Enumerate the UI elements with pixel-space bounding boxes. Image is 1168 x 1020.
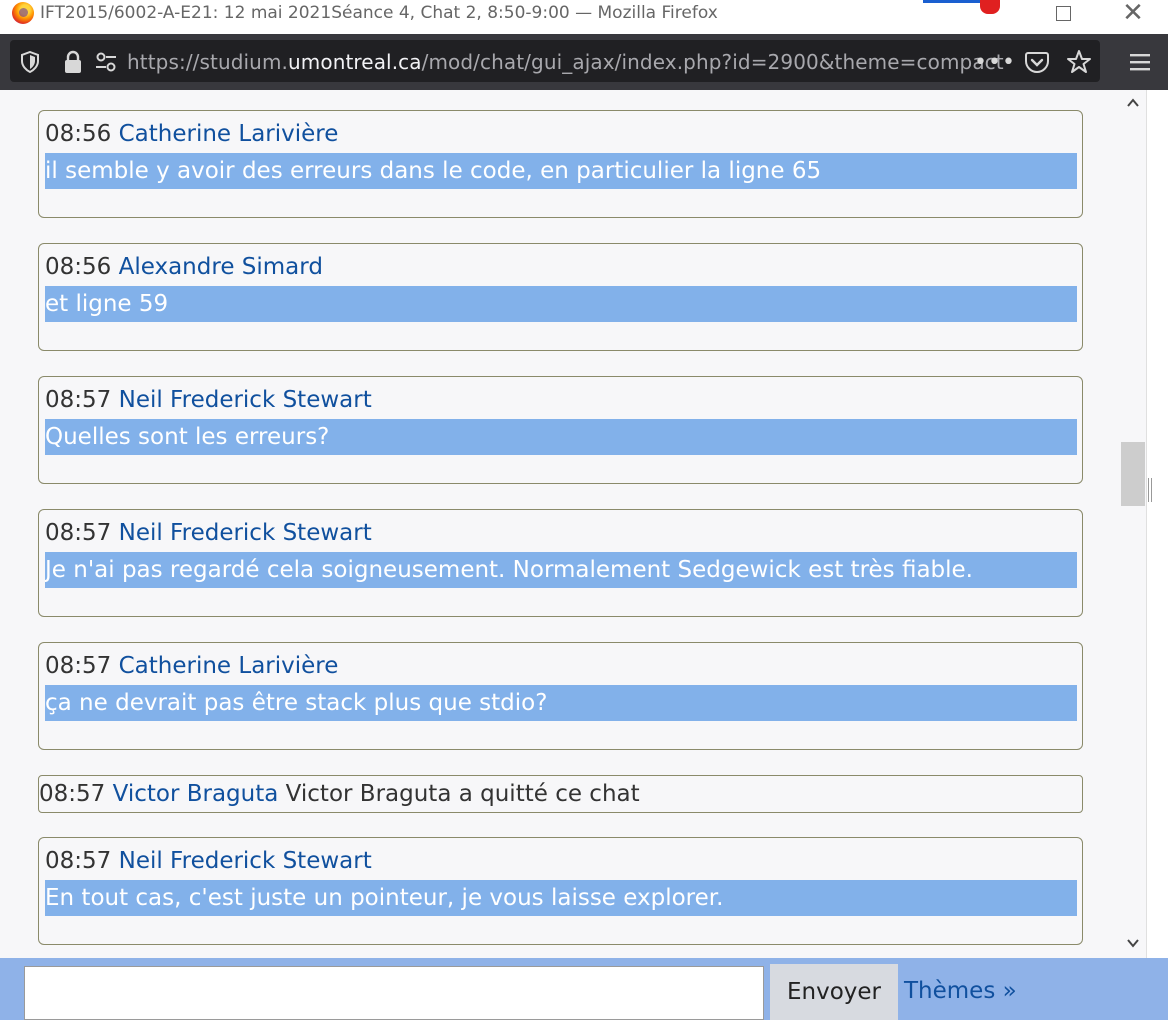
url-domain: umontreal.ca	[288, 50, 422, 74]
message-time: 08:57	[39, 781, 106, 807]
star-icon[interactable]	[1066, 49, 1092, 75]
chat-composer: Envoyer Thèmes »	[0, 958, 1168, 1020]
message-header: 08:57 Neil Frederick Stewart	[45, 848, 372, 874]
resize-grip-icon[interactable]	[1148, 478, 1152, 502]
message-author-link[interactable]: Alexandre Simard	[119, 254, 323, 280]
chat-message: 08:57 Catherine Larivière ça ne devrait …	[38, 642, 1083, 750]
permissions-icon[interactable]	[94, 50, 118, 74]
chat-message: 08:57 Neil Frederick Stewart Quelles son…	[38, 376, 1083, 484]
themes-link[interactable]: Thèmes »	[904, 978, 1017, 1004]
message-time: 08:56	[45, 254, 112, 280]
scroll-up-arrow-icon[interactable]	[1126, 96, 1140, 110]
message-time: 08:57	[45, 387, 112, 413]
maximize-button[interactable]	[1040, 0, 1086, 26]
system-message: 08:57 Victor Braguta Victor Braguta a qu…	[38, 775, 1083, 813]
message-author-link[interactable]: Catherine Larivière	[119, 653, 339, 679]
send-button[interactable]: Envoyer	[770, 964, 898, 1020]
message-text: il semble y avoir des erreurs dans le co…	[45, 153, 1077, 189]
message-header: 08:57 Neil Frederick Stewart	[45, 387, 372, 413]
chat-message: 08:57 Neil Frederick Stewart En tout cas…	[38, 837, 1083, 945]
url-prefix: https://studium.	[127, 50, 288, 74]
chat-message: 08:56 Catherine Larivière il semble y av…	[38, 110, 1083, 218]
message-author-link[interactable]: Neil Frederick Stewart	[119, 520, 372, 546]
window-title: IFT2015/6002-A-E21: 12 mai 2021Séance 4,…	[40, 3, 718, 23]
message-time: 08:56	[45, 121, 112, 147]
page-actions-icon[interactable]: •••	[974, 50, 1015, 75]
message-text: ça ne devrait pas être stack plus que st…	[45, 685, 1077, 721]
maximize-icon	[1055, 5, 1071, 21]
url-path: /mod/chat/gui_ajax/index.php?id=2900&the…	[421, 50, 1004, 74]
shield-icon[interactable]	[20, 51, 40, 73]
message-text: et ligne 59	[45, 286, 1077, 322]
message-text: Quelles sont les erreurs?	[45, 419, 1077, 455]
system-message-text: Victor Braguta a quitté ce chat	[285, 781, 640, 807]
chat-messages-area[interactable]: 08:56 Catherine Larivière il semble y av…	[0, 90, 1120, 958]
message-header: 08:57 Catherine Larivière	[45, 653, 338, 679]
scrollbar-thumb[interactable]	[1121, 442, 1145, 506]
message-time: 08:57	[45, 653, 112, 679]
scroll-down-arrow-icon[interactable]	[1126, 936, 1140, 950]
window-titlebar: IFT2015/6002-A-E21: 12 mai 2021Séance 4,…	[0, 0, 1168, 34]
message-time: 08:57	[45, 520, 112, 546]
message-text: Je n'ai pas regardé cela soigneusement. …	[45, 552, 1077, 588]
message-author-link[interactable]: Catherine Larivière	[119, 121, 339, 147]
hamburger-menu-icon[interactable]	[1128, 50, 1152, 74]
message-time: 08:57	[45, 848, 112, 874]
firefox-logo-icon	[12, 2, 34, 24]
chat-message: 08:56 Alexandre Simard et ligne 59	[38, 243, 1083, 351]
message-header: 08:56 Alexandre Simard	[45, 254, 323, 280]
url-text[interactable]: https://studium.umontreal.ca/mod/chat/gu…	[127, 50, 1004, 74]
lock-icon[interactable]	[62, 49, 84, 75]
chat-scrollbar[interactable]	[1120, 90, 1146, 958]
message-input[interactable]	[24, 966, 764, 1020]
chat-message: 08:57 Neil Frederick Stewart Je n'ai pas…	[38, 509, 1083, 617]
taskbar-accent-red	[980, 0, 1000, 14]
pocket-icon[interactable]	[1024, 49, 1050, 75]
message-author-link[interactable]: Neil Frederick Stewart	[119, 848, 372, 874]
message-text: En tout cas, c'est juste un pointeur, je…	[45, 880, 1077, 916]
browser-toolbar: https://studium.umontreal.ca/mod/chat/gu…	[0, 34, 1168, 90]
message-author-link[interactable]: Victor Braguta	[113, 781, 279, 807]
page-margin	[1146, 90, 1168, 958]
message-author-link[interactable]: Neil Frederick Stewart	[119, 387, 372, 413]
message-header: 08:56 Catherine Larivière	[45, 121, 338, 147]
message-header: 08:57 Neil Frederick Stewart	[45, 520, 372, 546]
taskbar-accent	[923, 0, 983, 3]
system-message-line: 08:57 Victor Braguta Victor Braguta a qu…	[39, 781, 640, 807]
close-window-button[interactable]: ✕	[1110, 0, 1156, 28]
